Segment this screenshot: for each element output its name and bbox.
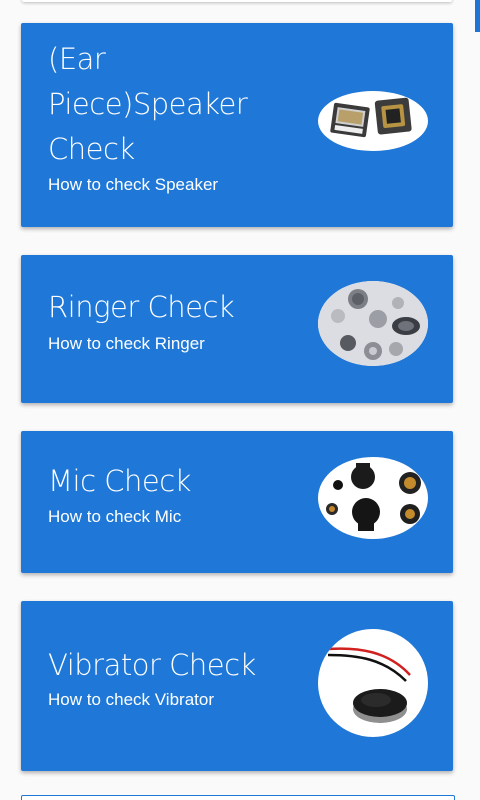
vibrator-check-card[interactable]: Vibrator Check How to check Vibrator	[21, 601, 453, 771]
next-card[interactable]	[21, 795, 455, 800]
card-subtitle: How to check Ringer	[48, 334, 205, 353]
card-title: Mic Check	[48, 464, 191, 498]
card-subtitle: How to check Speaker	[48, 175, 219, 194]
card-title: (Ear Piece)Speaker Check	[48, 42, 248, 166]
ringer-icon	[318, 281, 428, 366]
card-subtitle: How to check Vibrator	[48, 690, 214, 709]
card-subtitle: How to check Mic	[48, 507, 182, 526]
ear-speaker-icon	[318, 91, 428, 151]
previous-card[interactable]	[22, 0, 452, 2]
ringer-check-card[interactable]: Ringer Check How to check Ringer	[21, 255, 453, 403]
mic-icon	[318, 457, 428, 539]
card-title: Ringer Check	[48, 290, 235, 324]
scrollbar[interactable]	[475, 0, 480, 32]
screen: (Ear Piece)Speaker Check How to check Sp…	[0, 0, 480, 800]
mic-check-card[interactable]: Mic Check How to check Mic	[21, 431, 453, 573]
speaker-check-card[interactable]: (Ear Piece)Speaker Check How to check Sp…	[21, 23, 453, 227]
vibrator-motor-icon	[318, 629, 428, 737]
card-title: Vibrator Check	[48, 648, 256, 682]
